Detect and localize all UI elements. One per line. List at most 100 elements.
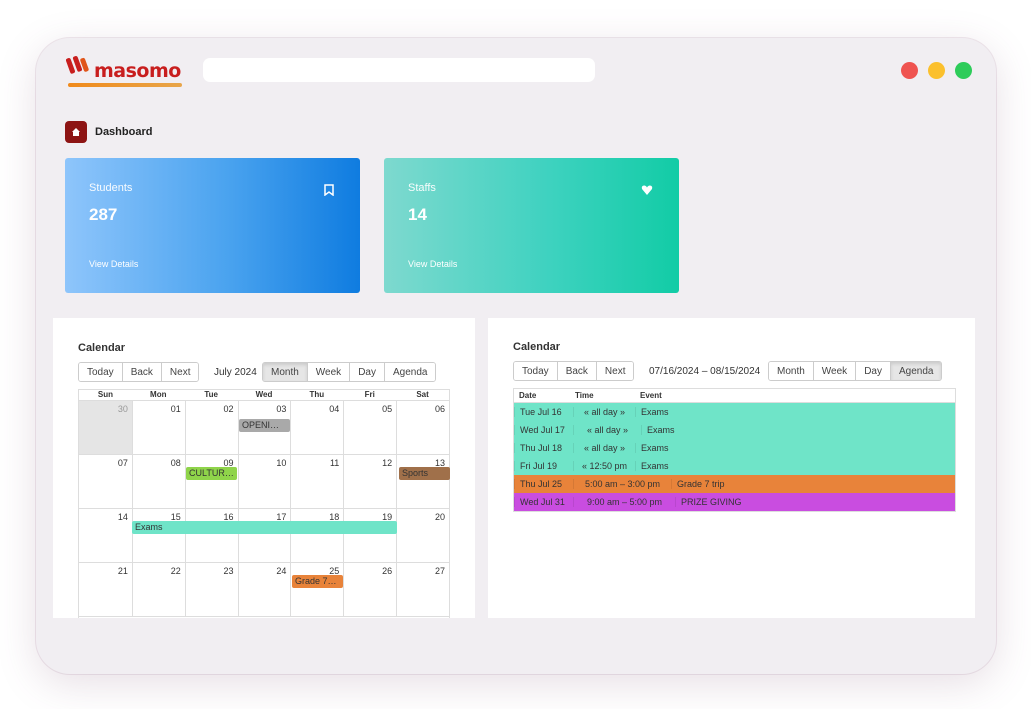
agenda-view-button[interactable]: Agenda <box>383 363 436 381</box>
day-cell[interactable]: 21 <box>79 563 132 616</box>
today-button[interactable]: Today <box>514 362 557 380</box>
day-cell[interactable]: 15 <box>131 509 185 562</box>
agenda-event: Exams <box>635 407 955 417</box>
weekday-header: Sun Mon Tue Wed Thu Fri Sat <box>79 389 449 401</box>
day-cell[interactable]: 09 <box>184 455 238 508</box>
day-cell[interactable]: 01 <box>131 401 185 454</box>
top-bar: masomo <box>36 38 996 102</box>
calendar-range-label: July 2024 <box>214 366 257 378</box>
day-cell[interactable]: 25 <box>290 563 343 616</box>
week-row: 14 15 16 17 18 19 20 Exams <box>79 509 449 563</box>
stat-label: Staffs <box>408 182 436 194</box>
address-bar[interactable] <box>203 58 595 82</box>
agenda-event: Exams <box>635 461 955 471</box>
agenda-date: Wed Jul 17 <box>514 425 573 435</box>
view-details-link[interactable]: View Details <box>408 259 457 269</box>
agenda-row[interactable]: Wed Jul 17 « all day » Exams <box>514 421 955 439</box>
view-toolbar: Month Week Day Agenda <box>768 361 943 381</box>
week-view-button[interactable]: Week <box>812 362 856 380</box>
agenda-row[interactable]: Thu Jul 25 5:00 am – 3:00 pm Grade 7 tri… <box>514 475 955 493</box>
day-cell[interactable]: 27 <box>396 563 449 616</box>
agenda-date: Wed Jul 31 <box>514 497 573 507</box>
logo-mark-icon <box>66 56 89 74</box>
agenda-row[interactable]: Fri Jul 19 « 12:50 pm Exams <box>514 457 955 475</box>
day-cell[interactable]: 02 <box>184 401 238 454</box>
back-button[interactable]: Back <box>556 362 596 380</box>
agenda-row[interactable]: Wed Jul 31 9:00 am – 5:00 pm PRIZE GIVIN… <box>514 493 955 511</box>
calendar-range-label: 07/16/2024 – 08/15/2024 <box>649 365 761 377</box>
today-button[interactable]: Today <box>79 363 122 381</box>
month-view-button[interactable]: Month <box>769 362 813 380</box>
calendar-event[interactable]: Exams <box>132 521 397 534</box>
day-cell[interactable]: 22 <box>131 563 185 616</box>
view-details-link[interactable]: View Details <box>89 259 138 269</box>
day-cell[interactable]: 04 <box>290 401 343 454</box>
weekday-label: Tue <box>204 390 218 399</box>
stat-label: Students <box>89 182 133 194</box>
maximize-window-button[interactable] <box>955 62 972 79</box>
day-cell[interactable]: 30 <box>79 401 132 454</box>
next-button[interactable]: Next <box>595 362 634 380</box>
agenda-date: Tue Jul 16 <box>514 407 573 417</box>
home-icon[interactable] <box>65 121 87 143</box>
day-cell[interactable]: 11 <box>290 455 343 508</box>
window-controls <box>901 62 972 79</box>
calendar-event[interactable]: OPENI… <box>239 419 290 432</box>
minimize-window-button[interactable] <box>928 62 945 79</box>
day-cell[interactable]: 05 <box>343 401 396 454</box>
week-view-button[interactable]: Week <box>306 363 350 381</box>
agenda-date: Thu Jul 18 <box>514 443 573 453</box>
weekday-label: Fri <box>364 390 375 399</box>
agenda-row[interactable]: Tue Jul 16 « all day » Exams <box>514 403 955 421</box>
day-cell[interactable]: 23 <box>184 563 238 616</box>
day-cell[interactable]: 20 <box>396 509 449 562</box>
close-window-button[interactable] <box>901 62 918 79</box>
weekday-label: Mon <box>150 390 167 399</box>
agenda-time: « all day » <box>573 443 635 453</box>
calendar-title: Calendar <box>78 342 126 354</box>
day-cell[interactable]: 12 <box>343 455 396 508</box>
agenda-event: Exams <box>635 443 955 453</box>
breadcrumb: Dashboard <box>65 121 152 143</box>
bookmark-icon <box>324 184 334 196</box>
day-cell[interactable]: 18 <box>290 509 343 562</box>
day-cell[interactable]: 16 <box>184 509 238 562</box>
calendar-event[interactable]: Sports <box>399 467 450 480</box>
weekday-label: Wed <box>255 390 273 399</box>
calendar-title: Calendar <box>513 341 561 353</box>
column-header: Event <box>640 391 662 400</box>
agenda-header-row: Date Time Event <box>514 389 955 403</box>
day-cell[interactable]: 17 <box>237 509 291 562</box>
day-cell[interactable]: 14 <box>79 509 132 562</box>
week-row: 21 22 23 24 25 26 27 Grade 7… <box>79 563 449 617</box>
agenda-time: « all day » <box>573 407 635 417</box>
agenda-event: Exams <box>641 425 955 435</box>
agenda-event: Grade 7 trip <box>671 479 955 489</box>
agenda-view-button[interactable]: Agenda <box>889 362 942 380</box>
calendar-event[interactable]: Grade 7… <box>292 575 343 588</box>
next-button[interactable]: Next <box>160 363 199 381</box>
month-grid: Sun Mon Tue Wed Thu Fri Sat 30 01 02 03 … <box>78 389 450 618</box>
weekday-label: Thu <box>309 390 325 399</box>
stat-value: 287 <box>89 205 118 224</box>
back-button[interactable]: Back <box>121 363 161 381</box>
day-view-button[interactable]: Day <box>855 362 890 380</box>
agenda-event: PRIZE GIVING <box>675 497 955 507</box>
day-cell[interactable]: 13 <box>396 455 449 508</box>
day-cell[interactable]: 08 <box>131 455 185 508</box>
week-row: 30 01 02 03 04 05 06 OPENI… <box>79 401 449 455</box>
weekday-label: Sun <box>97 390 113 399</box>
calendar-event[interactable]: CULTUR… <box>186 467 237 480</box>
day-view-button[interactable]: Day <box>349 363 384 381</box>
agenda-time: 5:00 am – 3:00 pm <box>573 479 671 489</box>
day-cell[interactable]: 24 <box>237 563 291 616</box>
day-cell[interactable]: 19 <box>343 509 396 562</box>
agenda-row[interactable]: Thu Jul 18 « all day » Exams <box>514 439 955 457</box>
month-view-button[interactable]: Month <box>263 363 307 381</box>
day-cell[interactable]: 06 <box>396 401 449 454</box>
day-cell[interactable]: 07 <box>79 455 132 508</box>
day-cell[interactable]: 26 <box>343 563 396 616</box>
students-stat-card: Students 287 View Details <box>65 158 360 293</box>
brand-logo[interactable]: masomo <box>66 54 186 88</box>
day-cell[interactable]: 10 <box>237 455 291 508</box>
